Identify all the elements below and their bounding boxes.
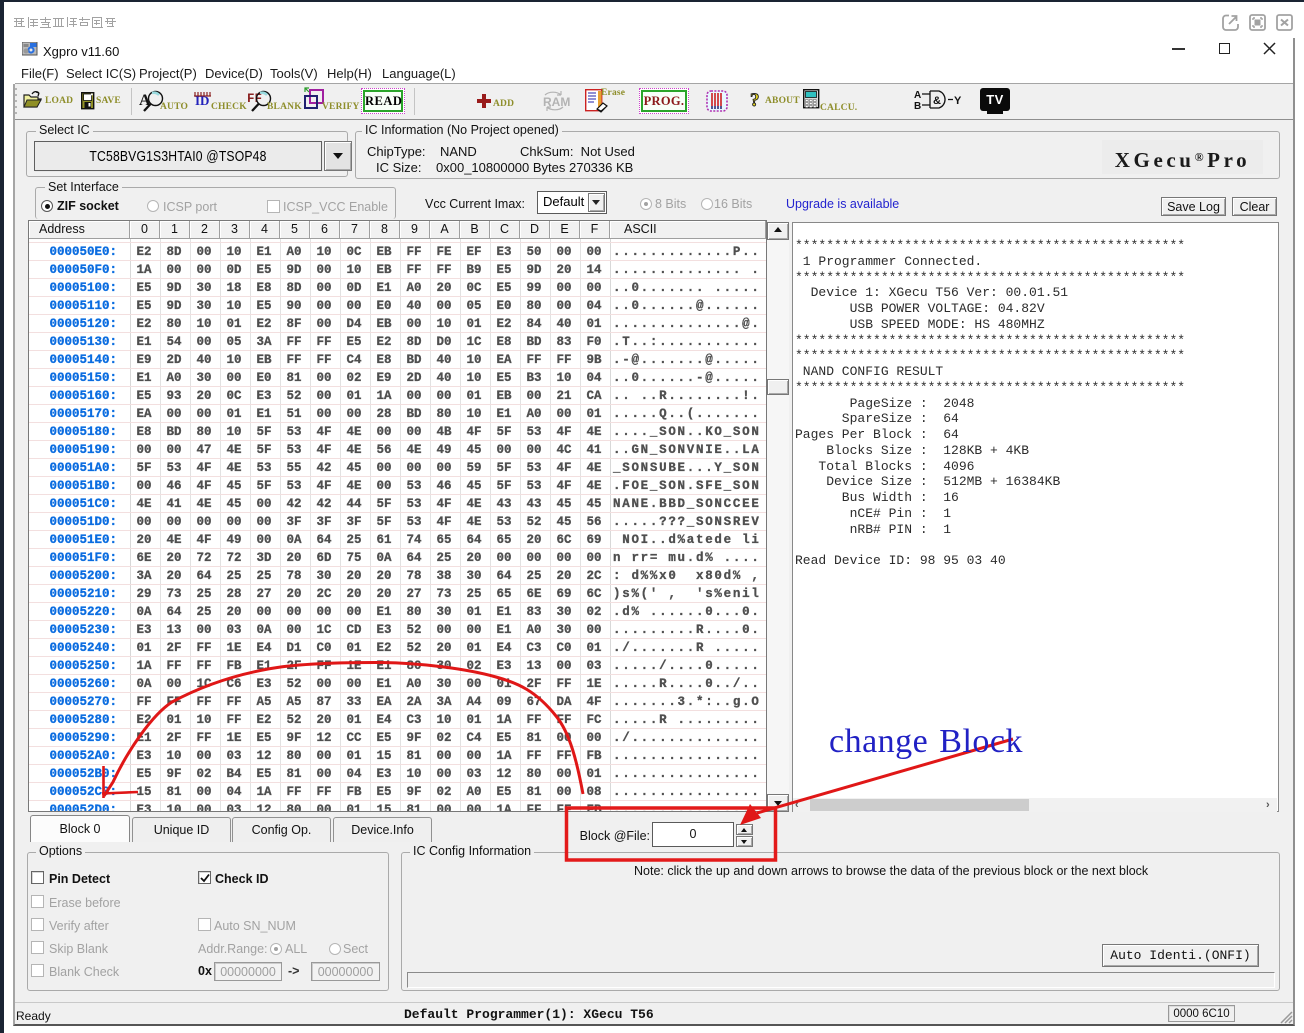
svg-text:?: ? xyxy=(750,90,760,110)
svg-text:A: A xyxy=(914,90,921,101)
svg-text:Y: Y xyxy=(954,95,962,107)
svg-text:B: B xyxy=(914,101,921,111)
svg-text:&: & xyxy=(933,95,941,107)
svg-text:ID: ID xyxy=(195,93,209,107)
